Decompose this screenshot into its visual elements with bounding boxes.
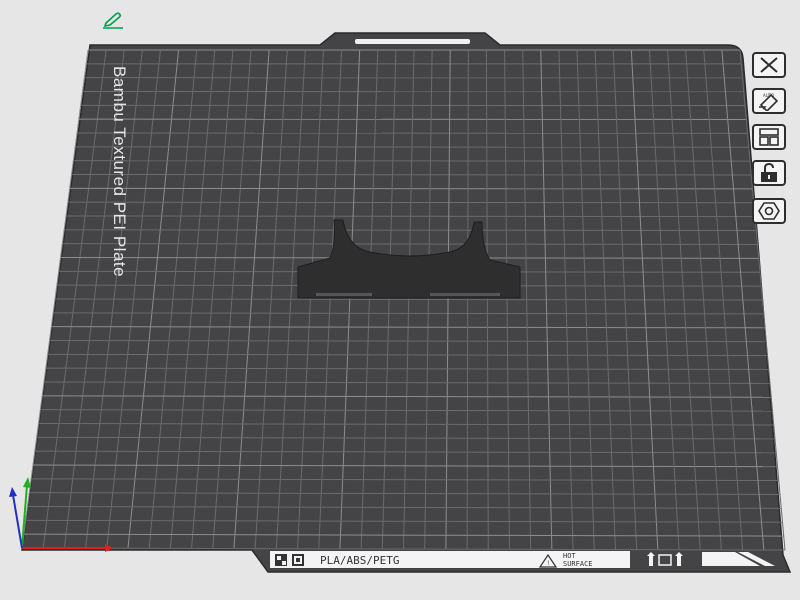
- 3d-viewport[interactable]: Bambu Textured PEI Plate PLA/ABS/PETG ! …: [0, 0, 800, 600]
- plate-settings-button[interactable]: [752, 198, 786, 224]
- svg-text:AUTO: AUTO: [763, 93, 774, 98]
- close-icon: [760, 57, 778, 73]
- arrange-icon: [759, 128, 779, 146]
- lock-button[interactable]: [752, 160, 786, 186]
- pencil-icon[interactable]: [100, 10, 126, 30]
- arrange-button[interactable]: [752, 124, 786, 150]
- filament-types-label: PLA/ABS/PETG: [320, 554, 399, 567]
- plate-settings-icon: [758, 202, 780, 220]
- model-slot-right: [430, 293, 500, 296]
- auto-orient-button[interactable]: AUTO: [752, 88, 786, 114]
- build-plate: [21, 32, 792, 573]
- plate-handle: [355, 39, 470, 44]
- hot-surface-line2: SURFACE: [563, 560, 593, 568]
- hot-surface-line1: HOT: [563, 552, 576, 560]
- close-button[interactable]: [752, 52, 786, 78]
- build-plate-scene[interactable]: Bambu Textured PEI Plate PLA/ABS/PETG ! …: [0, 0, 800, 600]
- svg-text:!: !: [547, 560, 549, 567]
- auto-orient-icon: AUTO: [759, 93, 779, 111]
- plate-name-label: Bambu Textured PEI Plate: [110, 66, 129, 277]
- model-slot-left: [316, 293, 372, 296]
- lock-icon: [761, 163, 777, 182]
